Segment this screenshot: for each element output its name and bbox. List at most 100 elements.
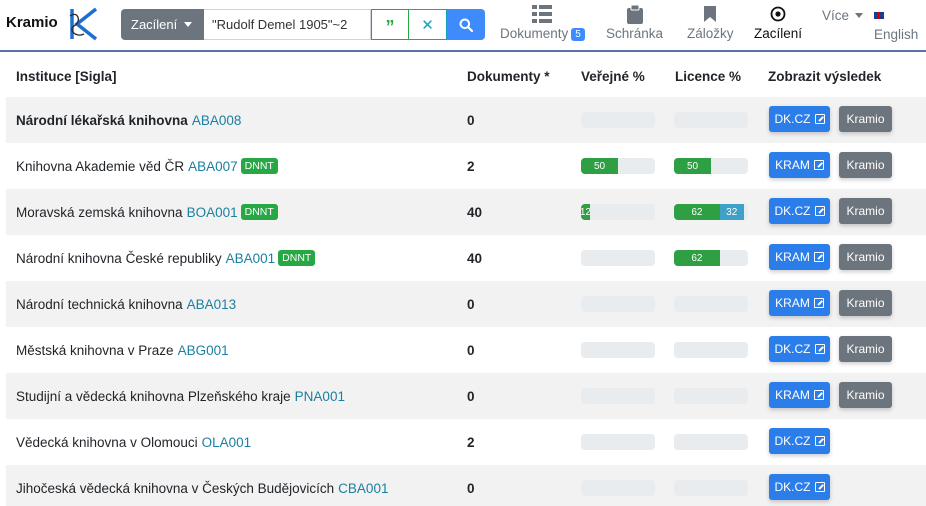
table-row: Vědecká knihovna v Olomouci OLA001 2 DK.CZ [6, 419, 926, 465]
nav-bookmarks[interactable]: Záložky [687, 4, 734, 41]
brand-name[interactable]: Kramio [6, 14, 58, 31]
open-in-kramio-button[interactable]: Kramio [839, 290, 892, 316]
public-progress-bar: 12 [581, 204, 655, 220]
institution-cell: Moravská zemská knihovna BOA001 DNNT [16, 189, 278, 235]
license-progress-bar: 50 [674, 158, 748, 174]
external-link-icon [814, 482, 825, 492]
documents-count: 2 [467, 158, 475, 174]
list-icon [532, 5, 553, 23]
nav-clipboard[interactable]: Schránka [606, 4, 663, 41]
external-link-icon [814, 436, 825, 446]
sigla-link[interactable]: ABG001 [178, 343, 229, 358]
open-in-source-label: DK.CZ [774, 434, 811, 448]
institution-name: Knihovna Akademie věd ČR [16, 158, 185, 174]
institution-cell: Knihovna Akademie věd ČR ABA007 DNNT [16, 143, 278, 189]
open-in-kramio-button[interactable]: Kramio [839, 198, 892, 224]
documents-count: 0 [467, 388, 475, 404]
nav-documents[interactable]: Dokumenty 5 [500, 4, 585, 41]
license-progress-bar [674, 342, 748, 358]
sigla-link[interactable]: ABA008 [192, 113, 242, 128]
institution-name: Studijní a vědecká knihovna Plzeňského k… [16, 388, 291, 404]
sigla-link[interactable]: ABA007 [188, 159, 238, 174]
open-in-source-button[interactable]: DK.CZ [769, 336, 830, 362]
license-progress-bar [674, 112, 748, 128]
license-progress-bar: 62 [674, 250, 748, 266]
clear-search-button[interactable]: ✕ [409, 9, 447, 40]
language-switch[interactable]: English [874, 27, 918, 42]
license-progress-bar [674, 388, 748, 404]
open-in-source-button[interactable]: KRAM [769, 152, 830, 178]
dnnt-badge: DNNT [240, 204, 278, 220]
open-in-kramio-button[interactable]: Kramio [839, 106, 892, 132]
public-progress-bar: 50 [581, 158, 655, 174]
sigla-link[interactable]: BOA001 [187, 205, 238, 220]
kramio-logo-icon[interactable] [68, 6, 100, 42]
column-header-public[interactable]: Veřejné % [581, 69, 645, 84]
more-menu[interactable]: Více [822, 8, 864, 23]
public-progress-bar [581, 296, 655, 312]
column-header-license[interactable]: Licence % [675, 69, 741, 84]
table-row: Jihočeská vědecká knihovna v Českých Bud… [6, 465, 926, 506]
search-icon [459, 18, 473, 32]
external-link-icon [814, 344, 825, 354]
external-link-icon [813, 390, 824, 400]
license-progress-segment: 50 [674, 158, 711, 174]
table-header: Instituce [Sigla] Dokumenty * Veřejné % … [6, 52, 926, 97]
sigla-link[interactable]: CBA001 [338, 481, 388, 496]
table-row: Národní knihovna České republiky ABA001 DN… [6, 235, 926, 281]
public-progress-bar [581, 480, 655, 496]
documents-count: 0 [467, 480, 475, 496]
table-row: Knihovna Akademie věd ČR ABA007 DNNT 2 50 50 K… [6, 143, 926, 189]
search-scope-label: Zacílení [131, 17, 178, 32]
institution-cell: Městská knihovna v Praze ABG001 [16, 327, 229, 373]
open-in-source-button[interactable]: DK.CZ [769, 428, 830, 454]
nav-targeting[interactable]: Zacílení [754, 4, 802, 41]
open-in-source-button[interactable]: DK.CZ [769, 198, 830, 224]
institution-name: Národní lékařská knihovna [16, 112, 188, 128]
sigla-link[interactable]: OLA001 [202, 435, 252, 450]
sigla-link[interactable]: PNA001 [295, 389, 345, 404]
license-progress-segment: 62 [674, 250, 720, 266]
open-in-kramio-button[interactable]: Kramio [839, 244, 892, 270]
quote-icon: ” [385, 17, 395, 37]
open-in-kramio-button[interactable]: Kramio [839, 382, 892, 408]
documents-count: 0 [467, 342, 475, 358]
public-progress-bar [581, 112, 655, 128]
search-input[interactable] [204, 9, 371, 40]
table-row: Národní technická knihovna ABA013 0 KRAM Kra… [6, 281, 926, 327]
institution-name: Vědecká knihovna v Olomouci [16, 434, 198, 450]
institution-cell: Vědecká knihovna v Olomouci OLA001 [16, 419, 251, 465]
public-progress-bar [581, 250, 655, 266]
open-in-source-button[interactable]: KRAM [769, 290, 830, 316]
dnnt-badge: DNNT [278, 250, 316, 266]
search-scope-select[interactable]: Zacílení [121, 9, 204, 40]
external-link-icon [813, 298, 824, 308]
institution-cell: Národní technická knihovna ABA013 [16, 281, 236, 327]
nav-documents-label: Dokumenty [500, 26, 569, 41]
nav-clipboard-label: Schránka [606, 26, 664, 41]
open-in-source-button[interactable]: DK.CZ [769, 474, 830, 500]
open-in-kramio-button[interactable]: Kramio [839, 152, 892, 178]
institution-cell: Národní lékařská knihovna ABA008 [16, 97, 241, 143]
open-in-source-label: KRAM [775, 296, 810, 310]
sigla-link[interactable]: ABA013 [187, 297, 237, 312]
search-button[interactable] [447, 9, 485, 40]
column-header-documents[interactable]: Dokumenty * [467, 69, 550, 84]
public-progress-bar [581, 388, 655, 404]
institution-cell: Národní knihovna České republiky ABA001 DN… [16, 235, 316, 281]
open-in-source-button[interactable]: KRAM [769, 382, 830, 408]
exact-phrase-button[interactable]: ” [371, 9, 409, 40]
external-link-icon [814, 114, 825, 124]
institution-cell: Studijní a vědecká knihovna Plzeňského k… [16, 373, 345, 419]
open-in-source-button[interactable]: KRAM [769, 244, 830, 270]
documents-count: 2 [467, 434, 475, 450]
search-bar: Zacílení ” ✕ [121, 9, 485, 40]
table-row: Moravská zemská knihovna BOA001 DNNT 40 12 62… [6, 189, 926, 235]
open-in-source-button[interactable]: DK.CZ [769, 106, 830, 132]
open-in-kramio-button[interactable]: Kramio [839, 336, 892, 362]
open-in-source-label: KRAM [775, 250, 810, 264]
documents-count: 40 [467, 250, 483, 266]
institution-name: Národní knihovna České republiky [16, 250, 222, 266]
license-progress-bar [674, 296, 748, 312]
sigla-link[interactable]: ABA001 [226, 251, 276, 266]
